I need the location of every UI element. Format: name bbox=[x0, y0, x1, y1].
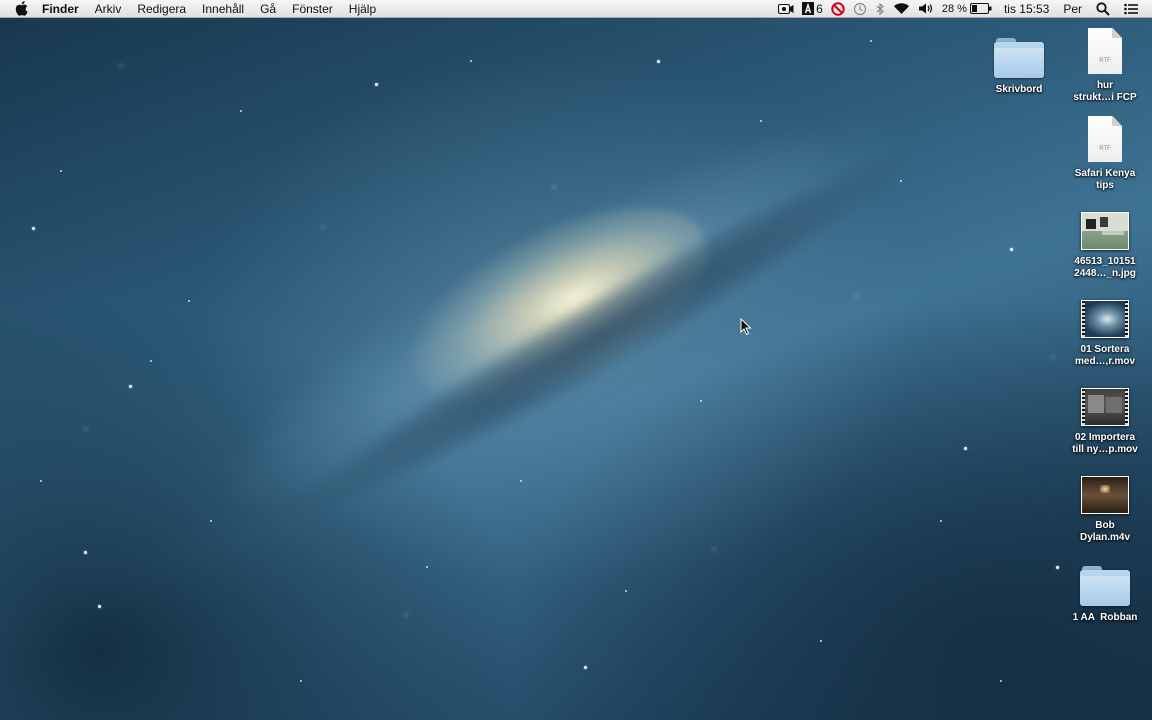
menu-hjalp[interactable]: Hjälp bbox=[341, 0, 384, 18]
battery-percent: 28 % bbox=[941, 2, 967, 15]
star bbox=[300, 680, 302, 682]
folder-icon bbox=[1080, 566, 1130, 606]
user-name-menu[interactable]: Per bbox=[1053, 0, 1092, 18]
jpg-thumbnail-icon bbox=[1081, 212, 1129, 250]
bluetooth-icon[interactable] bbox=[871, 2, 889, 16]
screen-recording-icon[interactable] bbox=[774, 3, 798, 15]
mouse-pointer-icon bbox=[740, 318, 752, 336]
status-menus: 6 28 % tis 15:53 Per bbox=[774, 0, 1152, 18]
desktop-item-jpg-image[interactable]: 46513_10151 2448…_n.jpg bbox=[1065, 200, 1145, 280]
star bbox=[60, 170, 62, 172]
desktop-item-label: Bob bbox=[1095, 520, 1115, 531]
desktop-item-label: hur bbox=[1096, 80, 1114, 91]
star bbox=[625, 590, 627, 592]
menu-finder[interactable]: Finder bbox=[42, 0, 87, 18]
menu-bar: Finder Arkiv Redigera Innehåll Gå Fönste… bbox=[0, 0, 1152, 18]
desktop-item-label-line2: 2448…_n.jpg bbox=[1074, 268, 1136, 279]
star bbox=[1056, 566, 1059, 569]
notification-center-icon[interactable] bbox=[1114, 3, 1152, 15]
star bbox=[32, 227, 35, 230]
desktop-item-label-line2: till ny…p.mov bbox=[1072, 444, 1138, 455]
movie-thumbnail-icon bbox=[1081, 300, 1129, 338]
desktop-item-1-aa-robban[interactable]: 1 AA Robban bbox=[1065, 556, 1145, 624]
star bbox=[520, 480, 522, 482]
wifi-icon[interactable] bbox=[889, 2, 914, 15]
star bbox=[240, 110, 242, 112]
star bbox=[900, 180, 902, 182]
star bbox=[40, 480, 42, 482]
desktop-item-label-line2: strukt…i FCP bbox=[1073, 92, 1137, 103]
menu-fonster[interactable]: Fönster bbox=[284, 0, 341, 18]
menu-redigera[interactable]: Redigera bbox=[129, 0, 194, 18]
desktop-item-label: Skrivbord bbox=[995, 84, 1043, 95]
star bbox=[870, 40, 872, 42]
star bbox=[940, 520, 942, 522]
star bbox=[84, 551, 87, 554]
spotlight-search-icon[interactable] bbox=[1092, 1, 1114, 16]
battery-indicator[interactable]: 28 % bbox=[938, 0, 996, 18]
star bbox=[98, 605, 101, 608]
star bbox=[129, 385, 132, 388]
adobe-badge-count: 6 bbox=[816, 1, 823, 16]
time-machine-icon[interactable] bbox=[849, 2, 871, 16]
desktop-wallpaper bbox=[0, 0, 1152, 720]
rtf-document-icon: RTF bbox=[1088, 116, 1122, 162]
desktop-item-02-importera-mov[interactable]: 02 Importera till ny…p.mov bbox=[1065, 376, 1145, 456]
desktop-item-label: 1 AA Robban bbox=[1072, 612, 1138, 623]
volume-icon[interactable] bbox=[914, 2, 938, 15]
star bbox=[210, 520, 212, 522]
menu-arkiv[interactable]: Arkiv bbox=[87, 0, 130, 18]
desktop-item-01-sortera-mov[interactable]: 01 Sortera med…,r.mov bbox=[1065, 288, 1145, 368]
desktop-item-skrivbord[interactable]: Skrivbord bbox=[979, 28, 1059, 96]
desktop-item-label: Safari Kenya bbox=[1074, 168, 1136, 179]
menu-ga[interactable]: Gå bbox=[252, 0, 284, 18]
star bbox=[1010, 248, 1013, 251]
star bbox=[820, 640, 822, 642]
desktop-item-label-line2: med…,r.mov bbox=[1074, 356, 1136, 367]
movie-thumbnail-icon bbox=[1081, 476, 1129, 514]
desktop-item-hur-strukt[interactable]: RTF hur strukt…i FCP bbox=[1065, 24, 1145, 104]
movie-thumbnail-icon bbox=[1081, 388, 1129, 426]
star bbox=[150, 360, 152, 362]
battery-icon bbox=[969, 3, 992, 14]
star bbox=[426, 566, 428, 568]
menubar-clock[interactable]: tis 15:53 bbox=[996, 0, 1053, 18]
folder-icon bbox=[994, 38, 1044, 78]
star bbox=[470, 60, 472, 62]
desktop-item-safari-kenya-tips[interactable]: RTF Safari Kenya tips bbox=[1065, 112, 1145, 192]
star bbox=[964, 447, 967, 450]
star bbox=[700, 400, 702, 402]
desktop-item-label: 01 Sortera bbox=[1080, 344, 1130, 355]
apple-menu-icon[interactable] bbox=[15, 1, 29, 16]
star bbox=[657, 60, 660, 63]
desktop-item-label-line2: Dylan.m4v bbox=[1079, 532, 1131, 543]
desktop-item-label-line2: tips bbox=[1096, 180, 1114, 191]
star bbox=[584, 666, 587, 669]
menu-innehall[interactable]: Innehåll bbox=[194, 0, 252, 18]
star bbox=[1000, 680, 1002, 682]
rtf-document-icon: RTF bbox=[1088, 28, 1122, 74]
desktop-item-bob-dylan-m4v[interactable]: Bob Dylan.m4v bbox=[1065, 464, 1145, 544]
star bbox=[188, 300, 190, 302]
adobe-updater-icon[interactable]: 6 bbox=[798, 0, 827, 18]
desktop-item-label: 02 Importera bbox=[1074, 432, 1136, 443]
desktop-item-label: 46513_10151 bbox=[1074, 256, 1136, 267]
forbidden-icon[interactable] bbox=[827, 1, 849, 16]
star bbox=[760, 120, 762, 122]
star bbox=[375, 83, 378, 86]
